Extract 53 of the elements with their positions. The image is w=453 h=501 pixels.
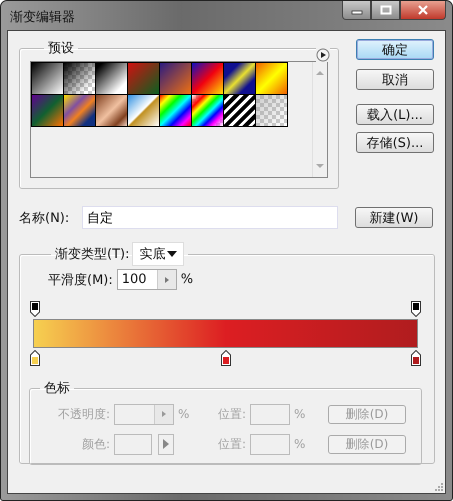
opacity-stop[interactable] bbox=[30, 301, 40, 317]
gradient-swatch[interactable] bbox=[160, 63, 191, 94]
minimize-icon[interactable] bbox=[342, 1, 371, 20]
caret-icon bbox=[167, 251, 178, 257]
gradient-swatch[interactable] bbox=[256, 95, 287, 126]
color-stop[interactable] bbox=[411, 350, 421, 366]
dialog-button[interactable]: 取消 bbox=[356, 69, 434, 90]
gradient-swatch[interactable] bbox=[128, 63, 159, 94]
window-title: 渐变编辑器 bbox=[10, 9, 75, 26]
gradient-swatch[interactable] bbox=[96, 95, 127, 126]
presets-label: 预设 bbox=[48, 40, 74, 57]
position-label: 位置: bbox=[218, 436, 246, 452]
name-label: 名称(N): bbox=[19, 210, 70, 226]
stop-label: 不透明度: bbox=[56, 406, 110, 422]
gradient-type-label: 渐变类型(T): bbox=[55, 246, 130, 263]
caret-icon bbox=[163, 439, 169, 449]
gradient-swatch[interactable] bbox=[96, 63, 127, 94]
smoothness-field[interactable]: 100 bbox=[116, 269, 177, 290]
percent-label: % bbox=[180, 272, 194, 287]
gradient-swatch[interactable] bbox=[224, 95, 255, 126]
close-icon[interactable] bbox=[400, 1, 446, 20]
menu-arrow-icon[interactable] bbox=[316, 48, 330, 62]
opacity-stop[interactable] bbox=[411, 301, 421, 317]
color-stops-label: 色标 bbox=[44, 380, 70, 397]
smoothness-label: 平滑度(M): bbox=[48, 272, 113, 288]
name-field[interactable]: 自定 bbox=[82, 206, 338, 229]
caret-icon bbox=[164, 276, 169, 282]
position-label: 位置: bbox=[218, 406, 246, 422]
resize-grip-icon[interactable] bbox=[435, 483, 443, 491]
gradient-swatch[interactable] bbox=[256, 63, 287, 94]
gradient-swatch[interactable] bbox=[128, 95, 159, 126]
gradient-swatch[interactable] bbox=[192, 63, 223, 94]
gradient-swatch[interactable] bbox=[32, 63, 63, 94]
color-stop[interactable] bbox=[220, 350, 230, 366]
dialog-button[interactable]: 确定 bbox=[356, 39, 434, 60]
percent-label: % bbox=[294, 437, 306, 451]
gradient-bar[interactable] bbox=[33, 319, 418, 348]
percent-label: % bbox=[294, 407, 306, 421]
percent-label: % bbox=[178, 407, 190, 421]
gradient-swatch[interactable] bbox=[224, 63, 255, 94]
gradient-swatch[interactable] bbox=[64, 63, 95, 94]
new-button[interactable]: 新建(W) bbox=[355, 207, 433, 228]
gradient-swatch[interactable] bbox=[32, 95, 63, 126]
stop-label: 颜色: bbox=[80, 436, 110, 452]
maximize-icon[interactable] bbox=[371, 1, 400, 20]
dialog-button[interactable]: 存储(S)... bbox=[356, 132, 434, 153]
gradient-type-dropdown[interactable]: 实底 bbox=[132, 242, 184, 266]
gradient-swatch[interactable] bbox=[64, 95, 95, 126]
caret-icon bbox=[162, 411, 166, 417]
color-stop[interactable] bbox=[30, 350, 40, 366]
dialog-button[interactable]: 载入(L)... bbox=[356, 104, 434, 125]
gradient-swatch[interactable] bbox=[160, 95, 191, 126]
gradient-swatch[interactable] bbox=[192, 95, 223, 126]
